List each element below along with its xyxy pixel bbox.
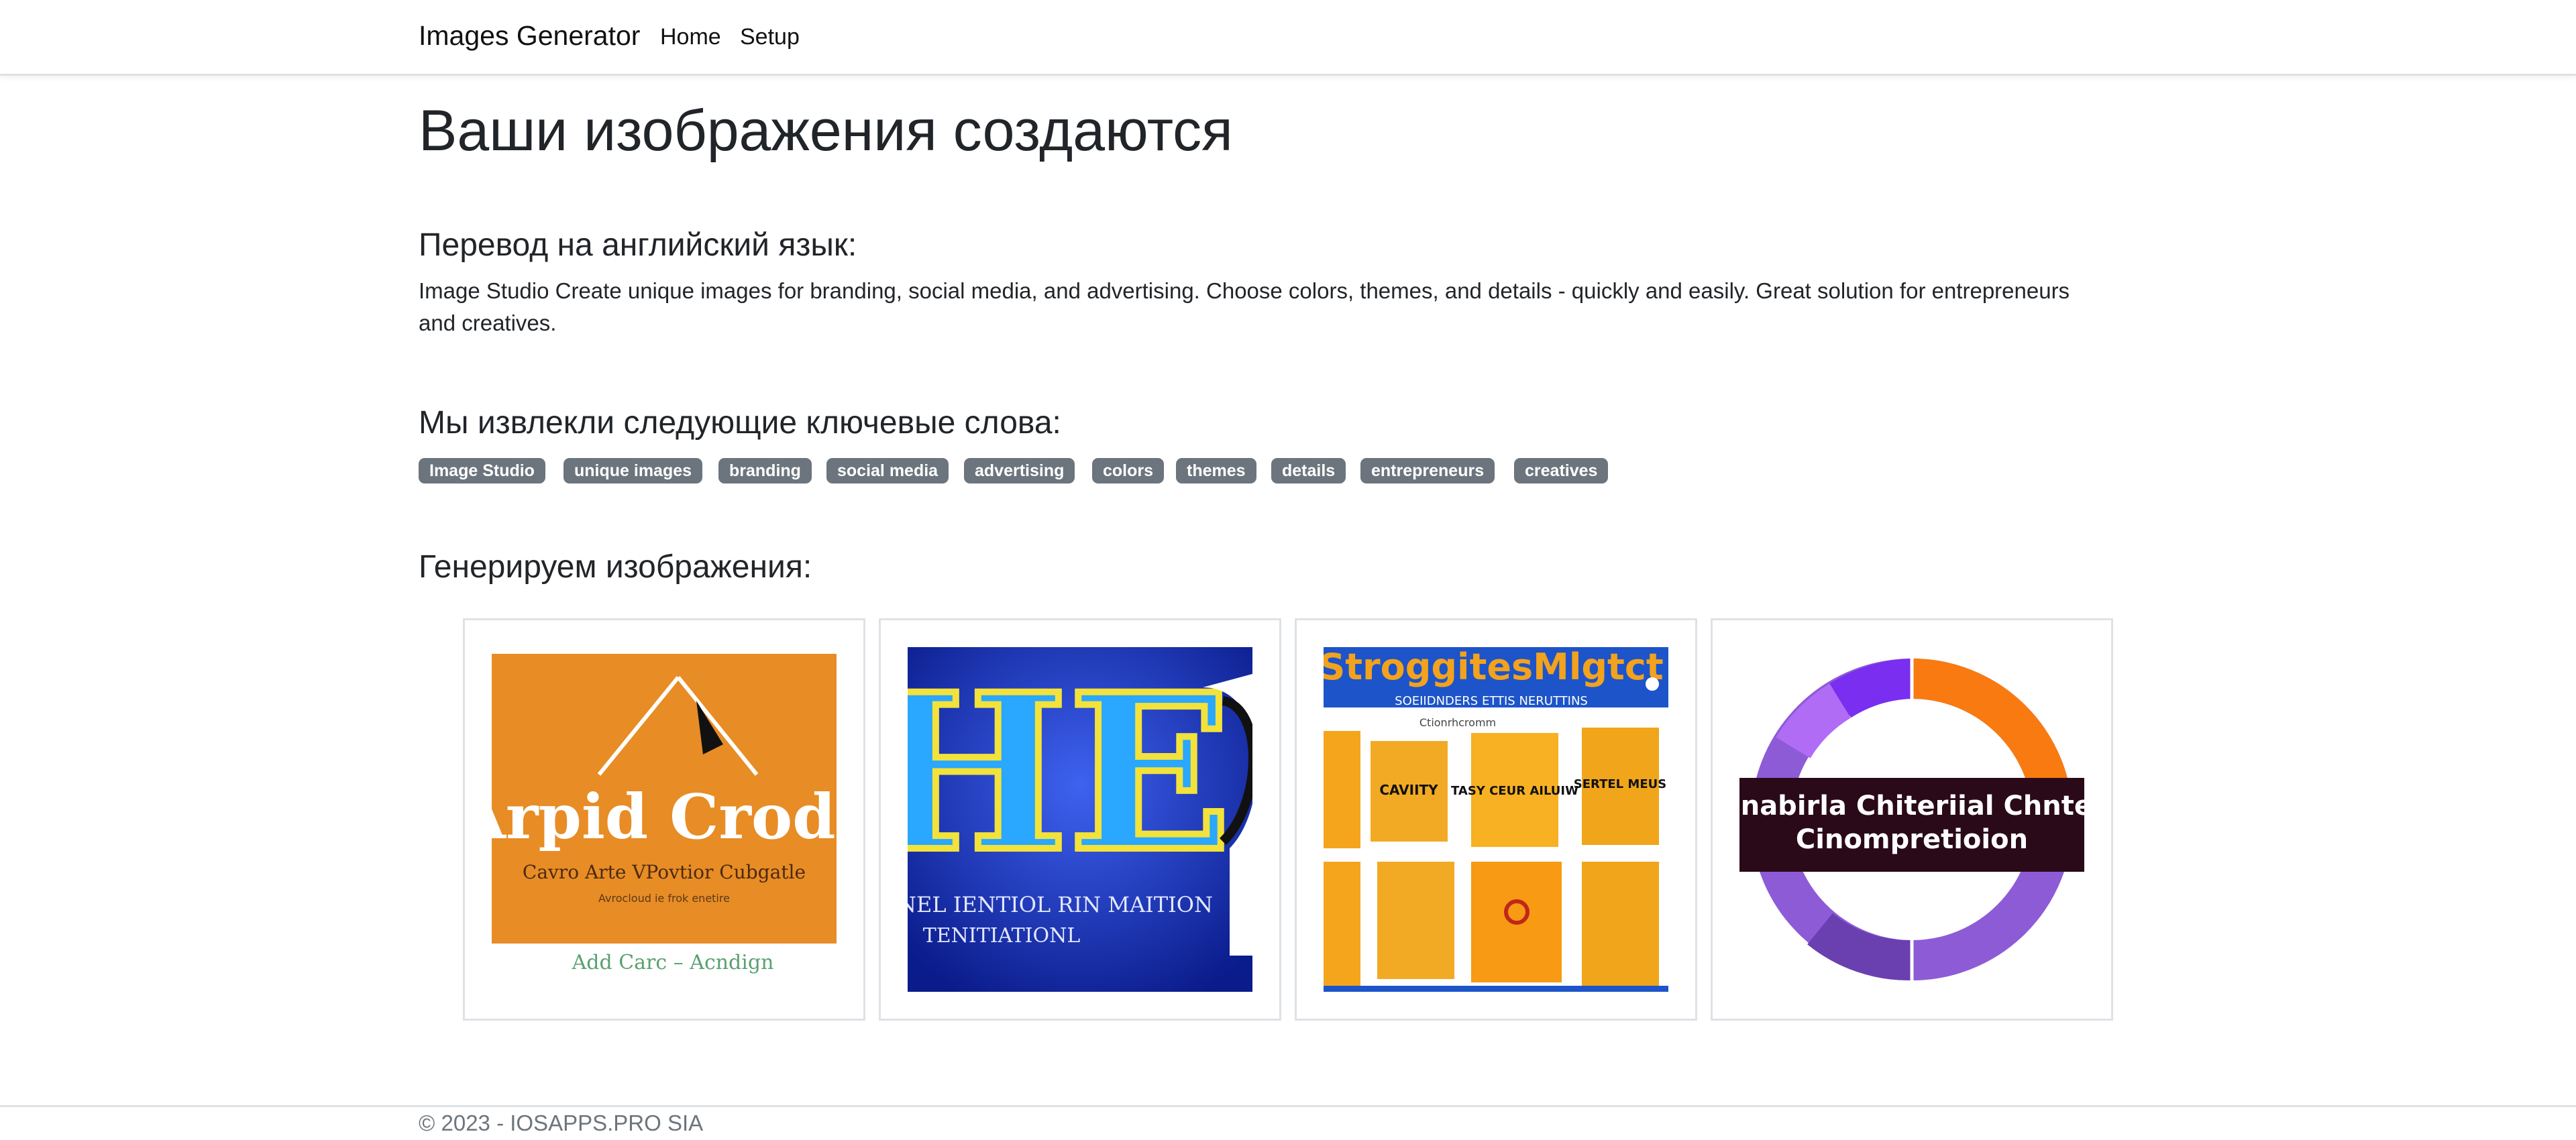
generate-heading: Генерируем изображения: [419,549,812,585]
svg-text:SOEIIDNDERS ETTIS NERUTTINS: SOEIIDNDERS ETTIS NERUTTINS [1395,694,1588,708]
svg-text:Cinompretioion: Cinompretioion [1796,824,2028,855]
keyword-badge: entrepreneurs [1360,458,1495,483]
image-card[interactable]: StroggitesMlgtct SOEIIDNDERS ETTIS NERUT… [1295,618,1697,1021]
svg-text:CAVIITY: CAVIITY [1379,782,1438,798]
keyword-badge: details [1271,458,1346,483]
svg-text:HE: HE [908,648,1232,899]
svg-text:TASY CEUR AILUIW: TASY CEUR AILUIW [1451,784,1578,798]
svg-text:SERTEL MEUS: SERTEL MEUS [1574,777,1666,791]
keyword-badge: Image Studio [419,458,545,483]
keyword-badge: colors [1092,458,1165,483]
translation-heading: Перевод на английский язык: [419,227,857,263]
page-title: Ваши изображения создаются [419,99,1233,163]
generated-image-1: Arpid Crods Cavro Arte VPovtior Cubgatle… [492,647,837,992]
keyword-badge: themes [1176,458,1256,483]
generated-image-3: StroggitesMlgtct SOEIIDNDERS ETTIS NERUT… [1324,647,1668,992]
footer-copyright: © 2023 - IOSAPPS.PRO SIA [419,1110,704,1135]
navbar: Images Generator Home Setup [0,0,2576,76]
generated-image-4: inabirla Chiteriial Chnte Cinompretioion [1739,647,2084,992]
svg-text:Ctionrhcromm: Ctionrhcromm [1419,716,1496,729]
svg-text:Arpid Crods: Arpid Crods [492,781,837,853]
svg-text:TENITIATIONL: TENITIATIONL [923,924,1081,948]
image-card[interactable]: inabirla Chiteriial Chnte Cinompretioion [1711,618,2113,1021]
keyword-badge: creatives [1514,458,1609,483]
brand-link[interactable]: Images Generator [419,20,640,52]
keywords-heading: Мы извлекли следующие ключевые слова: [419,405,1061,441]
nav-setup-link[interactable]: Setup [740,24,800,50]
svg-text:Cavro Arte VPovtior Cubgatle: Cavro Arte VPovtior Cubgatle [523,861,806,883]
svg-text:Avrocloud ie frok enetire: Avrocloud ie frok enetire [598,892,730,905]
nav-home-link[interactable]: Home [660,24,721,50]
keyword-badge: branding [718,458,812,483]
image-card[interactable]: Arpid Crods Cavro Arte VPovtior Cubgatle… [463,618,865,1021]
svg-text:StroggitesMlgtct: StroggitesMlgtct [1324,647,1664,688]
image-card[interactable]: HE NEL IENTIOL RIN MAITION TENITIATIONL [879,618,1281,1021]
generated-image-2: HE NEL IENTIOL RIN MAITION TENITIATIONL [908,647,1252,992]
svg-text:NEL IENTIOL RIN MAITION: NEL IENTIOL RIN MAITION [908,892,1213,917]
footer-divider [0,1105,2576,1107]
translation-text: Image Studio Create unique images for br… [419,278,2070,335]
svg-text:inabirla Chiteriial Chnte: inabirla Chiteriial Chnte [1739,791,2084,821]
keyword-badge: social media [826,458,949,483]
keyword-badge: unique images [564,458,703,483]
svg-text:Add Carc – Acndign: Add Carc – Acndign [572,951,774,974]
keyword-badge: advertising [964,458,1075,483]
